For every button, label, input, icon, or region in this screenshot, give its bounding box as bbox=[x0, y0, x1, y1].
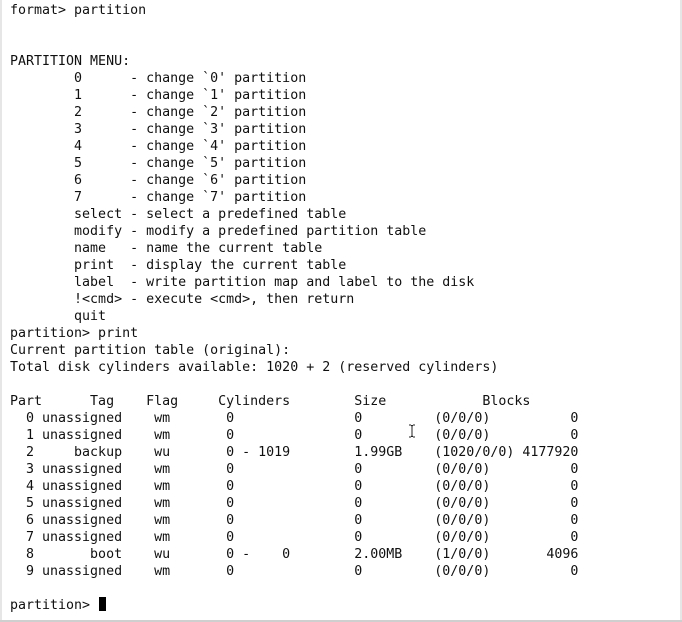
terminal-line: 6 unassigned wm 0 0 (0/0/0) 0 bbox=[10, 513, 579, 528]
terminal-line: 7 - change `7' partition bbox=[10, 190, 307, 205]
terminal-window[interactable]: format> partition PARTITION MENU: 0 - cha… bbox=[0, 0, 682, 622]
terminal-line: 2 backup wu 0 - 1019 1.99GB (1020/0/0) 4… bbox=[10, 445, 579, 460]
terminal-line: 8 boot wu 0 - 0 2.00MB (1/0/0) 4096 bbox=[10, 547, 579, 562]
terminal-line: 4 unassigned wm 0 0 (0/0/0) 0 bbox=[10, 479, 579, 494]
terminal-output: format> partition PARTITION MENU: 0 - cha… bbox=[10, 2, 676, 618]
terminal-line: 0 unassigned wm 0 0 (0/0/0) 0 bbox=[10, 411, 579, 426]
terminal-line: quit bbox=[10, 309, 107, 324]
terminal-line: 4 - change `4' partition bbox=[10, 139, 307, 154]
terminal-line: 1 unassigned wm 0 0 (0/0/0) 0 bbox=[10, 428, 579, 443]
terminal-line: select - select a predefined table bbox=[10, 207, 347, 222]
terminal-line: modify - modify a predefined partition t… bbox=[10, 224, 427, 239]
terminal-line: Total disk cylinders available: 1020 + 2… bbox=[10, 360, 499, 375]
terminal-line: 5 - change `5' partition bbox=[10, 156, 307, 171]
terminal-line: !<cmd> - execute <cmd>, then return bbox=[10, 292, 355, 307]
terminal-line: partition> print bbox=[10, 326, 139, 341]
terminal-line: Part Tag Flag Cylinders Size Blocks bbox=[10, 394, 531, 409]
command-prompt: partition> bbox=[10, 598, 99, 613]
terminal-left-border bbox=[0, 0, 2, 622]
terminal-line: 7 unassigned wm 0 0 (0/0/0) 0 bbox=[10, 530, 579, 545]
terminal-line: 5 unassigned wm 0 0 (0/0/0) 0 bbox=[10, 496, 579, 511]
text-cursor-ibeam-icon bbox=[408, 424, 416, 438]
text-cursor-block-icon bbox=[99, 597, 107, 611]
terminal-line: 9 unassigned wm 0 0 (0/0/0) 0 bbox=[10, 564, 579, 579]
terminal-line: 2 - change `2' partition bbox=[10, 105, 307, 120]
terminal-line: 1 - change `1' partition bbox=[10, 88, 307, 103]
terminal-line: 3 unassigned wm 0 0 (0/0/0) 0 bbox=[10, 462, 579, 477]
command-prompt-line[interactable]: partition> bbox=[10, 597, 676, 614]
terminal-line: label - write partition map and label to… bbox=[10, 275, 475, 290]
terminal-line: name - name the current table bbox=[10, 241, 323, 256]
terminal-line: 6 - change `6' partition bbox=[10, 173, 307, 188]
terminal-line: PARTITION MENU: bbox=[10, 54, 131, 69]
terminal-line: 0 - change `0' partition bbox=[10, 71, 307, 86]
terminal-line: format> partition bbox=[10, 3, 147, 18]
terminal-line: Current partition table (original): bbox=[10, 343, 291, 358]
terminal-line: print - display the current table bbox=[10, 258, 347, 273]
terminal-line: 3 - change `3' partition bbox=[10, 122, 307, 137]
